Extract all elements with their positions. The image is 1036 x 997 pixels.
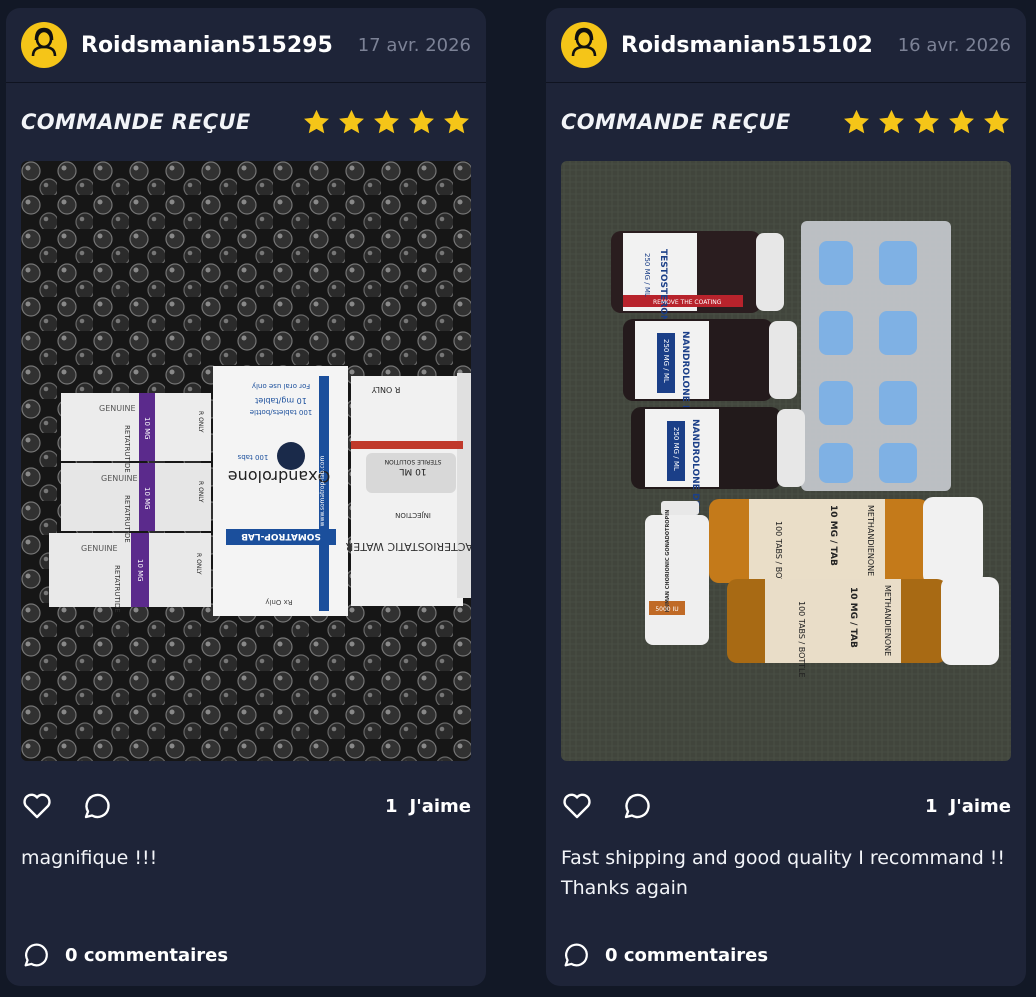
comment-icon[interactable] xyxy=(621,790,653,822)
card-header: Roidsmanian515295 17 avr. 2026 xyxy=(6,8,486,83)
vial-genuine: GENUINE xyxy=(101,474,138,483)
like-count: 1 J'aime xyxy=(925,796,1011,817)
like-label: J'aime xyxy=(409,795,472,817)
title-row: COMMANDE REÇUE xyxy=(6,83,486,161)
card-header: Roidsmanian515102 16 avr. 2026 xyxy=(546,8,1026,83)
like-number: 1 xyxy=(924,795,938,817)
post-date: 16 avr. 2026 xyxy=(897,34,1011,56)
comments-label[interactable]: 0 commentaires xyxy=(605,945,768,966)
like-label: J'aime xyxy=(949,795,1012,817)
username[interactable]: Roidsmanian515102 xyxy=(621,33,898,58)
blister-pack xyxy=(801,221,951,491)
review-photo[interactable]: TESTOSTERONE CYPIONATE 250 MG / ML REMOV… xyxy=(561,161,1011,761)
star-icon xyxy=(914,109,939,133)
jar-count: 100 TABS / BOTTLE xyxy=(797,601,806,678)
star-icon xyxy=(444,109,469,133)
vial-dose: 10 MG xyxy=(143,417,151,440)
star-icon xyxy=(409,109,434,133)
jar-name: METHANDIENONE xyxy=(883,585,892,656)
comments-link[interactable]: 0 commentaires xyxy=(546,935,1026,975)
review-photo[interactable]: GENUINE GENUINE GENUINE RETATRUTIDE RETA… xyxy=(21,161,471,761)
water-sterile: STERILE SOLUTION xyxy=(385,458,442,465)
bottle-warning: REMOVE THE COATING xyxy=(653,299,722,306)
heart-icon[interactable] xyxy=(21,790,53,822)
comment-icon[interactable] xyxy=(561,940,591,970)
hcg-name: HUMAN CHORIONIC GONADOTROPIN xyxy=(665,510,671,613)
bottle-dose: 250 MG / ML xyxy=(643,253,651,297)
vial-bottle xyxy=(631,407,805,489)
vial-name: RETATRUTIDE xyxy=(123,495,131,543)
vial-genuine: GENUINE xyxy=(99,404,136,413)
review-card: Roidsmanian515295 17 avr. 2026 COMMANDE … xyxy=(6,8,486,986)
bottle-dose: 250 MG / ML xyxy=(662,339,670,383)
vial-name: RETATRUTIDE xyxy=(113,565,121,613)
water-r-only: R ONLY xyxy=(372,385,401,394)
like-count: 1 J'aime xyxy=(385,796,471,817)
like-number: 1 xyxy=(384,795,398,817)
tablet-bottle xyxy=(709,497,983,585)
box-brand: SOMATROP-LAB xyxy=(241,531,321,541)
box-rx: Rx Only xyxy=(265,598,292,606)
vial-r-only: R ONLY xyxy=(197,411,204,433)
post-caption: Fast shipping and good quality I recomma… xyxy=(561,847,1006,899)
username[interactable]: Roidsmanian515295 xyxy=(81,33,358,58)
vial-name: RETATRUTIDE xyxy=(123,425,131,473)
star-icon xyxy=(984,109,1009,133)
jar-name: METHANDIENONE xyxy=(866,505,875,576)
comment-icon[interactable] xyxy=(81,790,113,822)
user-avatar-icon[interactable] xyxy=(561,22,607,68)
comments-text: commentaires xyxy=(83,944,229,966)
box-product-name: Oxandrolone xyxy=(228,467,330,486)
post-caption: magnifique !!! xyxy=(21,847,158,869)
star-icon xyxy=(304,109,329,133)
star-icon xyxy=(949,109,974,133)
water-injection: INJECTION xyxy=(395,511,431,519)
box-dose: 10 mg/tablet xyxy=(255,396,307,405)
user-avatar-icon[interactable] xyxy=(21,22,67,68)
vial-r-only: R ONLY xyxy=(195,553,202,575)
post-date: 17 avr. 2026 xyxy=(357,34,471,56)
tablet-bottle xyxy=(727,577,999,665)
hcg-dose: 5000 IU xyxy=(655,606,678,613)
action-bar: 1 J'aime xyxy=(546,761,1026,851)
star-rating xyxy=(302,108,471,137)
heart-icon[interactable] xyxy=(561,790,593,822)
star-icon xyxy=(879,109,904,133)
jar-dose: 10 MG / TAB xyxy=(848,587,858,648)
box-count: 100 tablets/bottle xyxy=(250,408,313,416)
jar-dose: 10 MG / TAB xyxy=(828,505,838,566)
vial-r-only: R ONLY xyxy=(197,481,204,503)
action-bar: 1 J'aime xyxy=(6,761,486,851)
comments-count: 0 xyxy=(65,944,78,966)
box-tabs: 100 tabs xyxy=(237,453,268,461)
water-name: BACTERIOSTATIC WATER xyxy=(345,540,471,553)
star-rating xyxy=(842,108,1011,137)
comments-count: 0 xyxy=(605,944,618,966)
bottle-dose: 250 MG / ML xyxy=(672,427,680,471)
vial-genuine: GENUINE xyxy=(81,544,118,553)
star-icon xyxy=(374,109,399,133)
hcg-vial xyxy=(645,501,709,645)
star-icon xyxy=(844,109,869,133)
star-icon xyxy=(339,109,364,133)
vial-dose: 10 MG xyxy=(136,559,144,582)
vial-dose: 10 MG xyxy=(143,487,151,510)
status-title: COMMANDE REÇUE xyxy=(21,110,251,134)
review-card: Roidsmanian515102 16 avr. 2026 COMMANDE … xyxy=(546,8,1026,986)
comment-icon[interactable] xyxy=(21,940,51,970)
product-box xyxy=(351,373,471,606)
comments-link[interactable]: 0 commentaires xyxy=(6,935,486,975)
water-volume: 10 ML xyxy=(399,466,426,476)
status-title: COMMANDE REÇUE xyxy=(561,110,791,134)
vial-bottle xyxy=(623,319,797,401)
comments-text: commentaires xyxy=(623,944,769,966)
box-url: www.somatrop-lab.com xyxy=(319,456,326,527)
comments-label[interactable]: 0 commentaires xyxy=(65,945,228,966)
title-row: COMMANDE REÇUE xyxy=(546,83,1026,161)
box-oral: For oral use only xyxy=(252,382,310,390)
